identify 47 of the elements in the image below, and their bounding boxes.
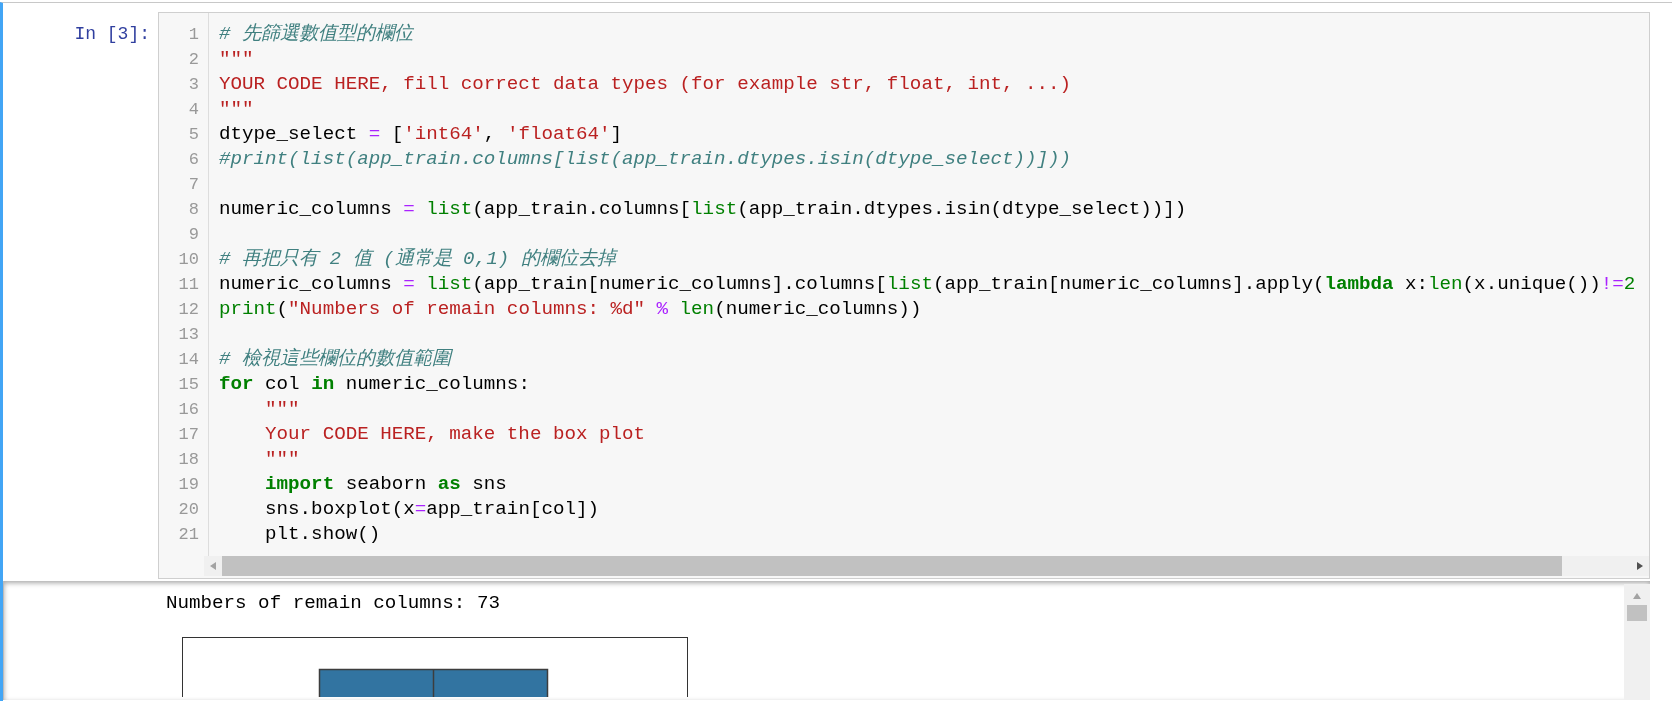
line-number: 12 xyxy=(178,300,199,319)
code-line: #print(list(app_train.columns[list(app_train.dtypes.isin(dtype_select))])) xyxy=(219,148,1072,170)
line-number: 8 xyxy=(188,200,199,219)
code-line: numeric_columns = list(app_train.columns[list(app_train.dtypes.isin(dtype_select))]) xyxy=(219,198,1187,220)
scroll-right-icon[interactable] xyxy=(1637,562,1643,570)
code-line: print("Numbers of remain columns: %d" % len(numeric_columns)) xyxy=(219,298,922,320)
code-line: Your CODE HERE, make the box plot xyxy=(264,423,646,445)
code-line: for col in numeric_columns: xyxy=(219,373,530,395)
line-number: 18 xyxy=(178,450,199,469)
cell-prompt: In [3]: xyxy=(74,23,150,46)
code-line: dtype_select = ['int64', 'float64'] xyxy=(219,123,623,145)
line-number: 4 xyxy=(188,100,199,119)
code-line: # 再把只有 2 值 (通常是 0,1) 的欄位去掉 xyxy=(219,248,616,270)
code-line: import seaborn as sns xyxy=(264,473,507,495)
code-line: # 檢視這些欄位的數值範圍 xyxy=(219,348,452,370)
output-text: Numbers of remain columns: 73 xyxy=(166,592,501,614)
code-line: numeric_columns = list(app_train[numeric_columns].columns[list(app_train[numeric_columns].apply(lambda x:len(x.unique())!=2 xyxy=(219,273,1636,295)
code-line: sns.boxplot(x=app_train[col]) xyxy=(264,498,599,520)
line-number: 10 xyxy=(178,250,199,269)
line-number: 1 xyxy=(188,25,199,44)
line-number: 21 xyxy=(178,525,199,544)
scroll-left-icon[interactable] xyxy=(210,562,216,570)
line-number: 11 xyxy=(178,275,199,294)
code-line: """ xyxy=(219,48,254,70)
code-line: # 先篩選數值型的欄位 xyxy=(219,23,414,45)
code-line: """ xyxy=(219,98,254,120)
line-number: 6 xyxy=(188,150,199,169)
line-number: 15 xyxy=(178,375,199,394)
code-line: YOUR CODE HERE, fill correct data types (for example str, float, int, ...) xyxy=(219,73,1072,95)
vertical-scrollbar[interactable] xyxy=(1624,584,1650,700)
line-number: 5 xyxy=(188,125,199,144)
code-line: """ xyxy=(264,398,300,420)
code-line: """ xyxy=(264,448,300,470)
line-number: 2 xyxy=(188,50,199,69)
line-number: 9 xyxy=(188,225,199,244)
code-line: plt.show() xyxy=(264,523,381,545)
scroll-up-icon[interactable] xyxy=(1633,593,1641,599)
line-number: 19 xyxy=(178,475,199,494)
line-number: 20 xyxy=(178,500,199,519)
line-number: 17 xyxy=(178,425,199,444)
code-editor[interactable] xyxy=(158,12,1650,579)
line-number: 13 xyxy=(178,325,199,344)
scrollbar-thumb[interactable] xyxy=(1627,605,1647,621)
line-number: 14 xyxy=(178,350,199,369)
line-number: 7 xyxy=(188,175,199,194)
line-number: 16 xyxy=(178,400,199,419)
line-number: 3 xyxy=(188,75,199,94)
